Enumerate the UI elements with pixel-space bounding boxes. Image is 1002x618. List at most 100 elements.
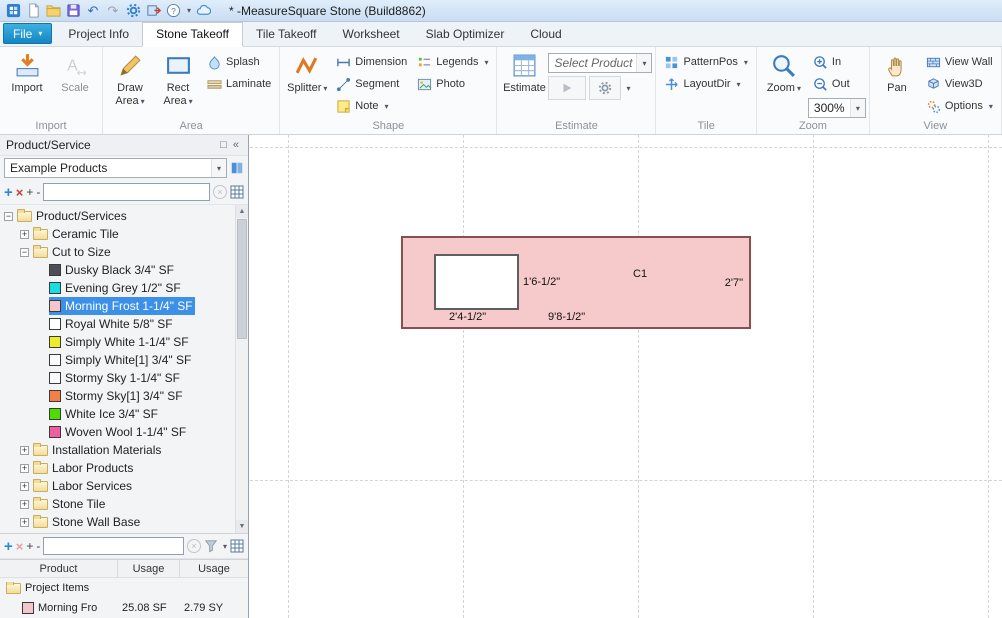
draw-area-button[interactable]: Draw Area ▾ [106, 48, 154, 119]
expand-icon[interactable]: + [20, 499, 29, 509]
tree-product-row[interactable]: Morning Frost 1-1/4" SF [49, 297, 195, 315]
expand-icon[interactable]: + [20, 481, 29, 491]
zoom-out-button[interactable]: Out [808, 73, 866, 95]
help-icon[interactable]: ? [165, 3, 181, 19]
zoom-button[interactable]: Zoom ▾ [760, 48, 808, 119]
catalog-icon[interactable] [230, 161, 244, 175]
photo-button[interactable]: Photo [412, 73, 493, 95]
tree-product-row[interactable]: Stormy Sky[1] 3/4" SF [49, 387, 185, 405]
dimension-button[interactable]: Dimension [331, 51, 412, 73]
tree-folder-row[interactable]: − Product/Services [4, 207, 129, 225]
clear-search-icon[interactable]: × [213, 185, 227, 199]
export-icon[interactable] [145, 3, 161, 19]
product-tree-scrollbar[interactable]: ▲ ▼ [235, 205, 248, 533]
help-dropdown-arrow[interactable]: ▾ [187, 6, 191, 15]
rect-area-button[interactable]: Rect Area ▾ [154, 48, 202, 119]
tree-product-row[interactable]: Royal White 5/8" SF [49, 315, 175, 333]
scale-button[interactable]: A Scale [51, 48, 99, 119]
tab-tile-takeoff[interactable]: Tile Takeoff [243, 23, 329, 46]
tab-stone-takeoff[interactable]: Stone Takeoff [142, 22, 244, 47]
legends-button[interactable]: Legends ▾ [412, 51, 493, 73]
tree-folder-row[interactable]: − Cut to Size [20, 243, 113, 261]
expand-all-button[interactable]: + [26, 186, 33, 198]
room-cutout[interactable] [434, 254, 519, 310]
usage-column-product[interactable]: Product [0, 560, 118, 577]
tab-worksheet[interactable]: Worksheet [330, 23, 413, 46]
options-button[interactable]: Options ▾ [921, 95, 998, 117]
usage-column-usage-sy[interactable]: Usage [180, 560, 248, 577]
usage-product-row[interactable]: Morning Fro 25.08 SF 2.79 SY [0, 598, 248, 618]
room-area-shape[interactable]: 1'6-1/2" C1 2'7" 2'4-1/2" 9'8-1/2" [401, 236, 751, 329]
usage-clear-search-icon[interactable]: × [186, 539, 201, 553]
scroll-up-icon[interactable]: ▲ [236, 205, 248, 218]
scroll-down-icon[interactable]: ▼ [236, 520, 248, 533]
tree-folder-row[interactable]: + Stone Tile [20, 495, 107, 513]
patternpos-button[interactable]: PatternPos ▾ [659, 51, 752, 73]
segment-button[interactable]: Segment [331, 73, 412, 95]
usage-delete-button[interactable]: × [16, 540, 24, 553]
view-wall-button[interactable]: View Wall [921, 51, 998, 73]
panel-collapse-icon[interactable]: « [230, 139, 242, 151]
tree-product-row[interactable]: Simply White[1] 3/4" SF [49, 351, 193, 369]
tree-folder-row[interactable]: + Stone Wall Base [20, 513, 142, 531]
collapse-icon[interactable]: − [20, 247, 29, 257]
collapse-all-button[interactable]: - [36, 186, 40, 198]
view3d-button[interactable]: View3D [921, 73, 998, 95]
delete-product-button[interactable]: × [16, 186, 24, 199]
usage-collapse-all-button[interactable]: - [36, 540, 40, 552]
tree-product-row[interactable]: Stormy Sky 1-1/4" SF [49, 369, 182, 387]
zoom-level-combo[interactable]: 300% ▾ [807, 98, 866, 118]
usage-search-input[interactable] [43, 537, 184, 555]
tree-folder-row[interactable]: + Labor Services [20, 477, 134, 495]
expand-icon[interactable]: + [20, 229, 29, 239]
import-button[interactable]: Import [3, 48, 51, 119]
splash-button[interactable]: Splash [202, 51, 276, 73]
tab-project-info[interactable]: Project Info [55, 23, 142, 46]
usage-grid-view-button[interactable] [230, 539, 244, 553]
tree-folder-row[interactable]: + Labor Products [20, 459, 135, 477]
tree-folder-row[interactable]: + Installation Materials [20, 441, 163, 459]
splitter-button[interactable]: Splitter ▾ [283, 48, 331, 119]
expand-icon[interactable]: + [20, 517, 29, 527]
new-document-icon[interactable] [25, 3, 41, 19]
redo-icon[interactable]: ↷ [105, 3, 121, 19]
run-estimate-button[interactable] [548, 76, 587, 100]
tree-product-row[interactable]: Woven Wool 1-1/4" SF [49, 423, 188, 441]
tree-product-row[interactable]: Dusky Black 3/4" SF [49, 261, 176, 279]
expand-icon[interactable]: + [20, 463, 29, 473]
tree-folder-row[interactable]: + Ceramic Tile [20, 225, 121, 243]
layoutdir-button[interactable]: LayoutDir ▾ [659, 73, 752, 95]
estimate-settings-dropdown-arrow[interactable]: ▾ [626, 84, 630, 93]
note-button[interactable]: Note ▾ [331, 95, 412, 117]
tab-cloud[interactable]: Cloud [517, 23, 574, 46]
usage-add-button[interactable]: + [4, 539, 13, 554]
usage-expand-all-button[interactable]: + [26, 540, 33, 552]
estimate-button[interactable]: Estimate [500, 48, 548, 119]
catalog-combo[interactable]: Example Products ▾ [4, 158, 227, 178]
undo-icon[interactable]: ↶ [85, 3, 101, 19]
laminate-button[interactable]: Laminate [202, 73, 276, 95]
product-search-input[interactable] [43, 183, 210, 201]
usage-folder-row[interactable]: Project Items [0, 578, 248, 598]
estimate-settings-button[interactable] [589, 76, 622, 100]
settings-gear-icon[interactable] [125, 3, 141, 19]
tree-product-row[interactable]: Evening Grey 1/2" SF [49, 279, 183, 297]
product-grid-view-button[interactable] [230, 185, 244, 199]
drawing-canvas[interactable]: 1'6-1/2" C1 2'7" 2'4-1/2" 9'8-1/2" [250, 135, 1002, 618]
zoom-in-button[interactable]: In [808, 51, 866, 73]
tab-slab-optimizer[interactable]: Slab Optimizer [413, 23, 518, 46]
tree-product-row[interactable]: White Ice 3/4" SF [49, 405, 160, 423]
panel-float-icon[interactable]: □ [217, 139, 230, 151]
pan-button[interactable]: Pan [873, 48, 921, 119]
file-menu-button[interactable]: File ▾ [3, 23, 53, 44]
collapse-icon[interactable]: − [4, 211, 13, 221]
tree-product-row[interactable]: Simply White 1-1/4" SF [49, 333, 191, 351]
select-product-combo[interactable]: Select Product ▾ [548, 53, 653, 73]
usage-filter-icon[interactable] [204, 539, 218, 553]
cloud-icon[interactable] [195, 3, 211, 19]
open-folder-icon[interactable] [45, 3, 61, 19]
save-icon[interactable] [65, 3, 81, 19]
add-product-button[interactable]: + [4, 185, 13, 200]
scroll-thumb[interactable] [237, 219, 247, 339]
usage-column-usage-sf[interactable]: Usage [118, 560, 180, 577]
